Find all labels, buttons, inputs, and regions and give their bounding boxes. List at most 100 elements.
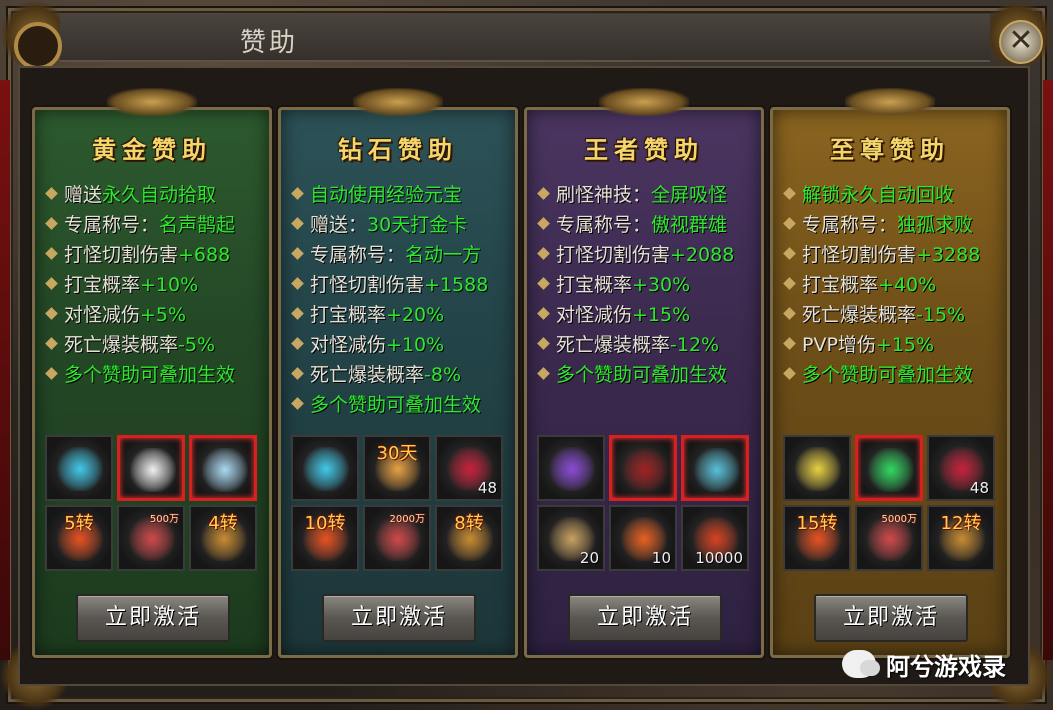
benefit-value: +15% xyxy=(632,304,691,326)
title-bar xyxy=(60,14,990,62)
card-title: 钻石赞助 xyxy=(338,135,458,164)
reward-slot[interactable] xyxy=(291,435,359,501)
reward-slot[interactable] xyxy=(189,435,257,501)
benefit-item: 打怪切割伤害+3288 xyxy=(783,240,1005,270)
benefit-label: 专属称号： xyxy=(802,214,898,236)
benefit-item: 打怪切割伤害+688 xyxy=(45,240,267,270)
reward-slot[interactable]: 5转 xyxy=(45,505,113,571)
reward-slot[interactable]: 12转 xyxy=(927,505,995,571)
reward-tag: 8转 xyxy=(454,513,484,534)
reward-slot[interactable] xyxy=(855,435,923,501)
benefit-item: 打宝概率+10% xyxy=(45,270,267,300)
reward-slot[interactable]: 2000万 xyxy=(363,505,431,571)
benefit-value: +1588 xyxy=(424,274,489,296)
benefit-label: 打宝概率 xyxy=(556,274,633,296)
benefit-label: PVP增伤 xyxy=(802,334,876,356)
diamond-bullet-icon xyxy=(291,187,304,200)
activate-button[interactable]: 立即激活 xyxy=(76,594,230,642)
benefit-value: +40% xyxy=(878,274,937,296)
close-button[interactable]: ✕ xyxy=(999,20,1043,64)
diamond-bullet-icon xyxy=(783,337,796,350)
benefit-value: +30% xyxy=(632,274,691,296)
benefit-value: 多个赞助可叠加生效 xyxy=(556,364,728,386)
reward-slot[interactable]: 10000 xyxy=(681,505,749,571)
benefit-item: 专属称号：名声鹊起 xyxy=(45,210,267,240)
reward-slot[interactable]: 5000万 xyxy=(855,505,923,571)
reward-tag: 2000万 xyxy=(389,514,425,525)
benefit-label: 对怪减伤 xyxy=(64,304,141,326)
benefit-value: 全屏吸怪 xyxy=(651,184,728,206)
diamond-bullet-icon xyxy=(45,277,58,290)
side-ornament xyxy=(0,80,10,660)
benefit-label: 专属称号： xyxy=(64,214,160,236)
green-wings-icon xyxy=(868,448,914,492)
reward-slot[interactable] xyxy=(117,435,185,501)
card-title: 王者赞助 xyxy=(584,135,704,164)
benefit-value: 独孤求败 xyxy=(897,214,974,236)
benefit-item: 打宝概率+30% xyxy=(537,270,759,300)
reward-slot[interactable]: 48 xyxy=(435,435,503,501)
reward-slot[interactable]: 4转 xyxy=(189,505,257,571)
diamond-bullet-icon xyxy=(291,277,304,290)
reward-slot[interactable]: 500万 xyxy=(117,505,185,571)
reward-slot[interactable]: 15转 xyxy=(783,505,851,571)
cyan-blade-icon xyxy=(57,447,103,491)
card-crest-ornament xyxy=(353,88,443,116)
reward-slot[interactable] xyxy=(45,435,113,501)
benefit-item: 死亡爆装概率-15% xyxy=(783,300,1005,330)
reward-tag: 4转 xyxy=(208,513,238,534)
diamond-bullet-icon xyxy=(537,367,550,380)
spirit-figure-icon xyxy=(202,448,248,492)
benefit-item: 解锁永久自动回收 xyxy=(783,180,1005,210)
window-title: 赞助 xyxy=(240,28,299,58)
benefit-value: +5% xyxy=(140,304,187,326)
card-crest-ornament xyxy=(107,88,197,116)
benefit-value: -8% xyxy=(424,364,462,386)
benefit-value: 名声鹊起 xyxy=(159,214,236,236)
benefit-item: 多个赞助可叠加生效 xyxy=(291,390,513,420)
diamond-bullet-icon xyxy=(783,217,796,230)
benefit-item: 打怪切割伤害+1588 xyxy=(291,270,513,300)
benefit-list: 赠送永久自动拾取 专属称号：名声鹊起 打怪切割伤害+688 打宝概率+10% 对怪减伤+… xyxy=(45,180,267,390)
reward-slot[interactable] xyxy=(681,435,749,501)
reward-slot[interactable]: 10转 xyxy=(291,505,359,571)
benefit-label: 打怪切割伤害 xyxy=(556,244,671,266)
benefit-value: +2088 xyxy=(670,244,735,266)
benefit-value: -5% xyxy=(178,334,216,356)
reward-slot[interactable]: 48 xyxy=(927,435,995,501)
diamond-bullet-icon xyxy=(537,307,550,320)
benefit-label: 打怪切割伤害 xyxy=(64,244,179,266)
benefit-item: 对怪减伤+10% xyxy=(291,330,513,360)
reward-slot[interactable]: 10 xyxy=(609,505,677,571)
diamond-bullet-icon xyxy=(291,367,304,380)
benefit-value: 多个赞助可叠加生效 xyxy=(64,364,236,386)
benefit-value: +688 xyxy=(178,244,231,266)
reward-slot[interactable] xyxy=(537,435,605,501)
reward-slot[interactable]: 8转 xyxy=(435,505,503,571)
benefit-item: 多个赞助可叠加生效 xyxy=(783,360,1005,390)
benefit-item: 专属称号：傲视群雄 xyxy=(537,210,759,240)
diamond-bullet-icon xyxy=(291,307,304,320)
diamond-bullet-icon xyxy=(45,307,58,320)
reward-slot[interactable] xyxy=(609,435,677,501)
diamond-bullet-icon xyxy=(783,307,796,320)
reward-slot[interactable] xyxy=(783,435,851,501)
benefit-value: -15% xyxy=(916,304,966,326)
watermark-text: 阿兮游戏录 xyxy=(886,652,1006,681)
reward-grid: 20 10 10000 xyxy=(537,435,753,571)
activate-button[interactable]: 立即激活 xyxy=(568,594,722,642)
benefit-value: +10% xyxy=(140,274,199,296)
benefit-label: 死亡爆装概率 xyxy=(556,334,671,356)
card-title: 黄金赞助 xyxy=(92,135,212,164)
purple-blade-icon xyxy=(549,447,595,491)
diamond-bullet-icon xyxy=(537,187,550,200)
reward-slot[interactable]: 20 xyxy=(537,505,605,571)
reward-slot[interactable]: 30天 xyxy=(363,435,431,501)
activate-button[interactable]: 立即激活 xyxy=(322,594,476,642)
benefit-value: 名动一方 xyxy=(405,244,482,266)
wechat-icon xyxy=(842,650,880,678)
activate-button[interactable]: 立即激活 xyxy=(814,594,968,642)
benefit-list: 解锁永久自动回收 专属称号：独孤求败 打怪切割伤害+3288 打宝概率+40% 死亡爆装… xyxy=(783,180,1005,390)
cyan-blade-icon xyxy=(303,447,349,491)
reward-quantity: 48 xyxy=(477,479,497,497)
